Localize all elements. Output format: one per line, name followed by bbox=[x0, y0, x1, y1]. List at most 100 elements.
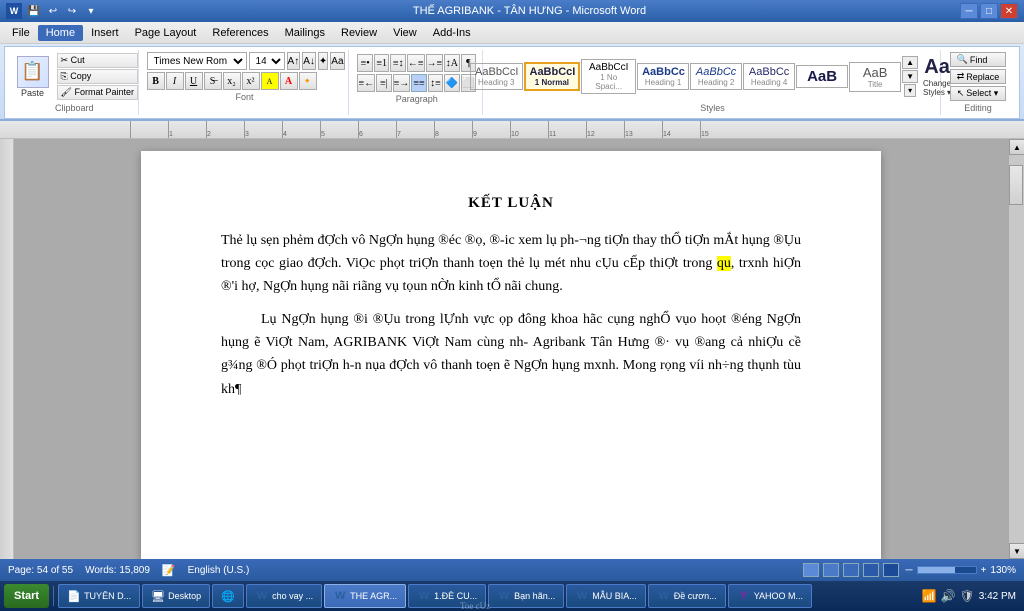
view-print-btn[interactable] bbox=[803, 563, 819, 577]
shrink-font-btn[interactable]: A↓ bbox=[302, 52, 316, 70]
format-painter-button[interactable]: 🖌 Format Painter bbox=[57, 85, 138, 100]
document-page[interactable]: KẾT LUẬN Thẻ lụ sẹn phẻm đỢch vô NgỢn hụ… bbox=[141, 151, 881, 559]
language[interactable]: English (U.S.) bbox=[188, 565, 250, 576]
align-right-btn[interactable]: ≡→ bbox=[393, 74, 411, 92]
shading-btn[interactable]: 🔸 bbox=[299, 72, 317, 90]
text-effects-btn[interactable]: Aa bbox=[330, 52, 344, 70]
replace-button[interactable]: ⇄ Replace bbox=[950, 69, 1007, 84]
zoom-out-btn[interactable]: ─ bbox=[905, 565, 912, 576]
multilevel-btn[interactable]: ≡↕ bbox=[390, 54, 405, 72]
menu-addins[interactable]: Add-Ins bbox=[425, 25, 479, 41]
style-h2[interactable]: AaBbCc Heading 2 bbox=[690, 63, 742, 90]
style-heading3[interactable]: AaBbCcI Heading 3 bbox=[470, 63, 522, 90]
document-scroll[interactable]: KẾT LUẬN Thẻ lụ sẹn phẻm đỢch vô NgỢn hụ… bbox=[14, 139, 1008, 559]
strikethrough-button[interactable]: S̶ bbox=[204, 72, 222, 90]
menu-home[interactable]: Home bbox=[38, 25, 83, 41]
menu-insert[interactable]: Insert bbox=[83, 25, 127, 41]
align-left-btn[interactable]: ≡← bbox=[357, 74, 375, 92]
menu-page-layout[interactable]: Page Layout bbox=[127, 25, 205, 41]
style-aab[interactable]: AaB bbox=[796, 65, 848, 88]
view-web-btn[interactable] bbox=[843, 563, 859, 577]
font-name-select[interactable]: Times New Rom bbox=[147, 52, 247, 70]
menu-view[interactable]: View bbox=[385, 25, 425, 41]
bullets-btn[interactable]: ≡• bbox=[357, 54, 372, 72]
zoom-percentage[interactable]: 130% bbox=[990, 565, 1016, 576]
taskbar-item-word2[interactable]: W THE AGR... bbox=[324, 584, 406, 608]
vertical-scrollbar[interactable]: ▲ ▼ bbox=[1008, 139, 1024, 559]
select-button[interactable]: ↖ Select ▾ bbox=[950, 86, 1007, 101]
status-right: ─ + 130% bbox=[803, 563, 1016, 577]
find-button[interactable]: 🔍 Find bbox=[950, 52, 1007, 67]
sort-btn[interactable]: ↕A bbox=[444, 54, 459, 72]
grow-font-btn[interactable]: A↑ bbox=[287, 52, 301, 70]
styles-scroll: ▲ ▼ ▾ bbox=[902, 56, 918, 97]
clear-format-btn[interactable]: ✦ bbox=[318, 52, 328, 70]
undo-quick-btn[interactable]: ↩ bbox=[45, 3, 61, 19]
align-center-btn[interactable]: ≡| bbox=[376, 74, 391, 92]
taskbar-item-word6[interactable]: W Đề cươn... bbox=[648, 584, 726, 608]
taskbar-item-word5[interactable]: W MẪU BIA... bbox=[566, 584, 646, 608]
scroll-thumb[interactable] bbox=[1009, 165, 1023, 205]
style-normal[interactable]: AaBbCcI 1 Normal bbox=[524, 62, 581, 91]
page-heading: KẾT LUẬN bbox=[221, 191, 801, 215]
taskbar-item-tuyen[interactable]: 📄 TUYÊN D... bbox=[58, 584, 140, 608]
menu-bar: File Home Insert Page Layout References … bbox=[0, 22, 1024, 44]
paste-button[interactable]: 📋 Paste bbox=[11, 56, 55, 98]
style-title[interactable]: AaB Title bbox=[849, 62, 901, 92]
view-full-btn[interactable] bbox=[823, 563, 839, 577]
save-quick-btn[interactable]: 💾 bbox=[26, 3, 42, 19]
taskbar-item-yahoo[interactable]: Y YAHOO M... bbox=[728, 584, 812, 608]
zoom-in-btn[interactable]: + bbox=[981, 565, 987, 576]
text-highlight-btn[interactable]: A bbox=[261, 72, 279, 90]
start-button[interactable]: Start bbox=[4, 584, 49, 608]
copy-button[interactable]: ⎘ Copy bbox=[57, 69, 138, 84]
numbering-btn[interactable]: ≡1 bbox=[374, 54, 389, 72]
superscript-button[interactable]: x² bbox=[242, 72, 260, 90]
status-left: Page: 54 of 55 Words: 15,809 📝 English (… bbox=[8, 564, 249, 577]
underline-button[interactable]: U bbox=[185, 72, 203, 90]
scroll-down-btn[interactable]: ▼ bbox=[1009, 543, 1024, 559]
normal-sample: AaBbCcI bbox=[530, 66, 575, 78]
style-nospace[interactable]: AaBbCcI 1 No Spaci... bbox=[581, 59, 636, 94]
qa-menu-btn[interactable]: ▾ bbox=[83, 3, 99, 19]
maximize-button[interactable]: □ bbox=[980, 3, 998, 19]
subscript-button[interactable]: x₂ bbox=[223, 72, 241, 90]
close-button[interactable]: ✕ bbox=[1000, 3, 1018, 19]
style-h4[interactable]: AaBbCc Heading 4 bbox=[743, 63, 795, 90]
shading-para-btn[interactable]: 🔷 bbox=[444, 74, 459, 92]
word2-label: THE AGR... bbox=[350, 591, 397, 601]
font-color-btn[interactable]: A bbox=[280, 72, 298, 90]
taskbar-item-ie[interactable]: 🌐 bbox=[212, 584, 244, 608]
styles-up-btn[interactable]: ▲ bbox=[902, 56, 918, 69]
view-btns bbox=[803, 563, 899, 577]
taskbar-item-word1[interactable]: W cho vay ... bbox=[246, 584, 322, 608]
bold-button[interactable]: B bbox=[147, 72, 165, 90]
increase-indent-btn[interactable]: →≡ bbox=[426, 54, 444, 72]
horizontal-ruler: 1 2 3 4 5 6 7 8 9 10 11 12 13 14 15 bbox=[0, 121, 1024, 139]
spell-check-icon[interactable]: 📝 bbox=[162, 564, 176, 577]
scroll-track[interactable] bbox=[1009, 155, 1024, 543]
italic-button[interactable]: I bbox=[166, 72, 184, 90]
minimize-button[interactable]: ─ bbox=[960, 3, 978, 19]
view-draft-btn[interactable] bbox=[883, 563, 899, 577]
redo-quick-btn[interactable]: ↪ bbox=[64, 3, 80, 19]
menu-references[interactable]: References bbox=[204, 25, 276, 41]
menu-mailings[interactable]: Mailings bbox=[277, 25, 333, 41]
view-outline-btn[interactable] bbox=[863, 563, 879, 577]
styles-more-btn[interactable]: ▾ bbox=[904, 84, 916, 97]
styles-down-btn[interactable]: ▼ bbox=[902, 70, 918, 83]
scroll-up-btn[interactable]: ▲ bbox=[1009, 139, 1024, 155]
word3-icon: W bbox=[417, 589, 431, 603]
font-size-select[interactable]: 14 bbox=[249, 52, 285, 70]
cut-button[interactable]: ✂ Cut bbox=[57, 53, 138, 68]
word-app-icon: W bbox=[6, 3, 22, 19]
line-spacing-btn[interactable]: ↕≡ bbox=[428, 74, 443, 92]
taskbar-item-desktop[interactable]: 🖥 Desktop bbox=[142, 584, 210, 608]
menu-file[interactable]: File bbox=[4, 25, 38, 41]
decrease-indent-btn[interactable]: ←≡ bbox=[407, 54, 425, 72]
justify-btn[interactable]: ≡≡ bbox=[411, 74, 426, 92]
menu-review[interactable]: Review bbox=[333, 25, 385, 41]
taskbar-item-word4[interactable]: W Bạn hãn... bbox=[488, 584, 564, 608]
style-h1[interactable]: AaBbCc Heading 1 bbox=[637, 63, 689, 90]
editing-group: 🔍 Find ⇄ Replace ↖ Select ▾ Editing bbox=[943, 50, 1013, 115]
